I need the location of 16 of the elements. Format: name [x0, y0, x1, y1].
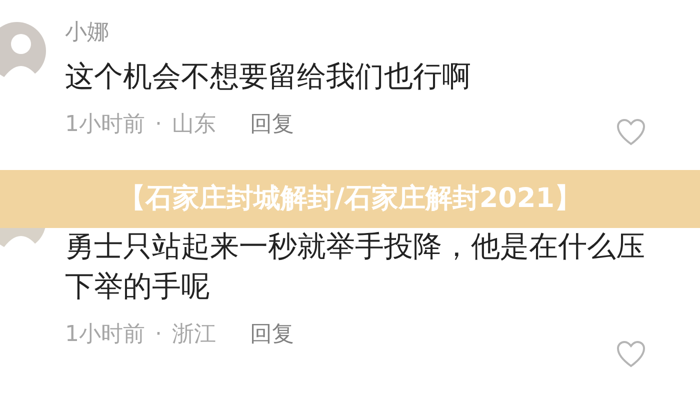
comment-text: 下举的手呢 [65, 268, 211, 305]
avatar[interactable] [0, 22, 46, 80]
comment-text: 这个机会不想要留给我们也行啊 [65, 58, 471, 95]
timestamp: 1小时前 [65, 321, 145, 349]
heart-icon[interactable] [616, 118, 646, 146]
separator: · [155, 111, 162, 139]
separator: · [155, 321, 162, 349]
location: 山东 [172, 111, 216, 139]
reply-button[interactable]: 回复 [250, 318, 294, 351]
location: 浙江 [172, 321, 216, 349]
reply-button[interactable]: 回复 [250, 108, 294, 141]
banner-title: 【石家庄封城解封/石家庄解封2021】 [118, 182, 582, 216]
comment-text: 勇士只站起来一秒就举手投降，他是在什么压 [65, 228, 645, 265]
heart-icon[interactable] [616, 340, 646, 368]
username[interactable]: 小娜 [65, 18, 471, 52]
timestamp: 1小时前 [65, 111, 145, 139]
